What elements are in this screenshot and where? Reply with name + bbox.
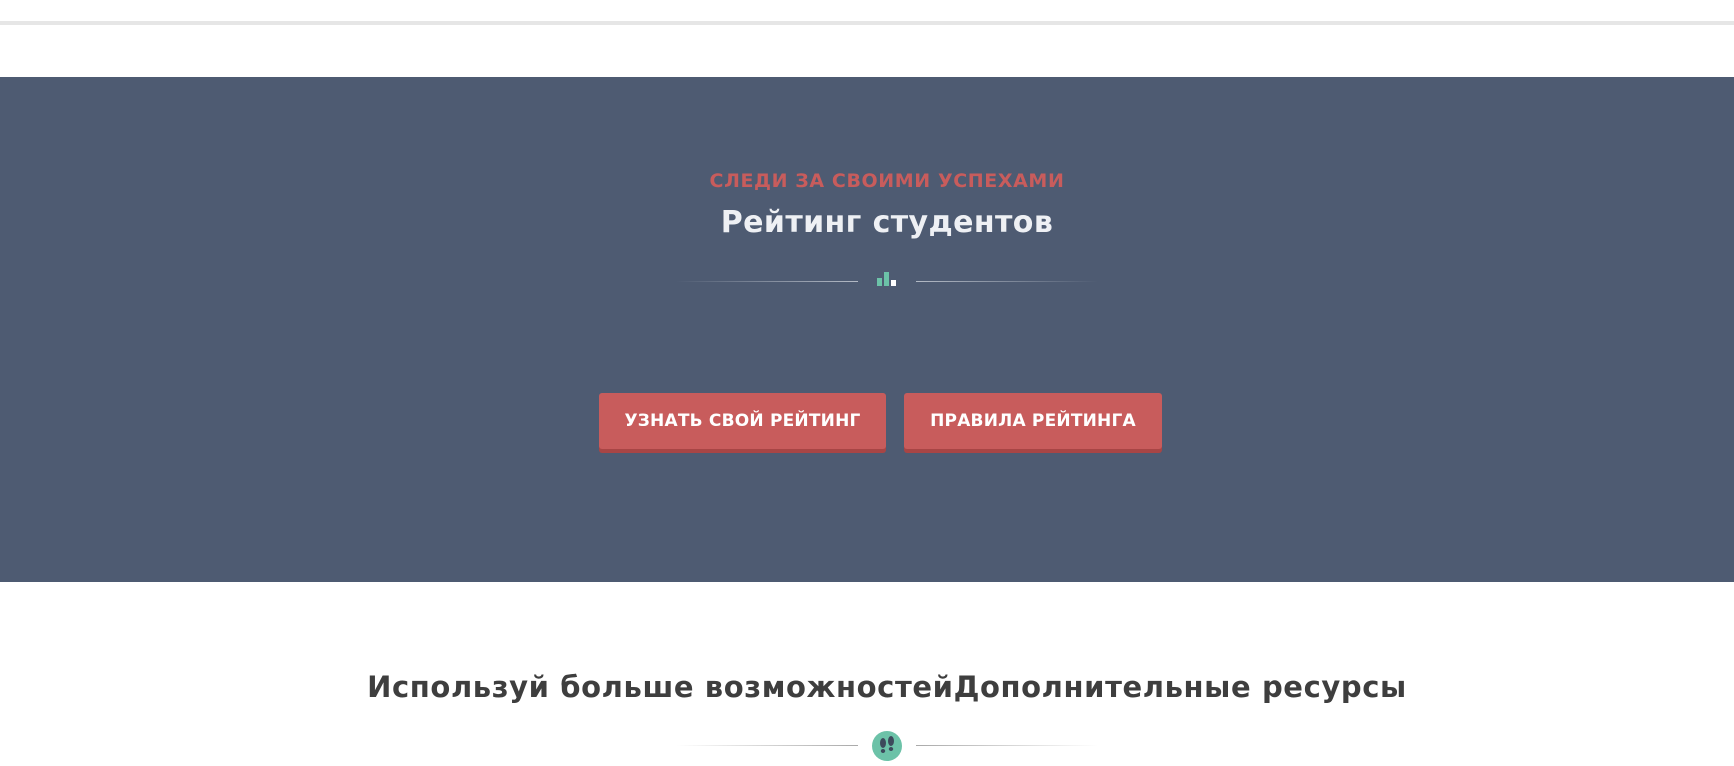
student-rating-section: СЛЕДИ ЗА СВОИМИ УСПЕХАМИ Рейтинг студент… [0, 77, 1734, 582]
resources-divider [0, 731, 1734, 761]
rating-rules-button[interactable]: ПРАВИЛА РЕЙТИНГА [904, 393, 1162, 449]
divider-line-right [916, 745, 1098, 746]
title-divider [0, 267, 1734, 297]
divider-line-left [676, 281, 858, 282]
rating-rules-label: ПРАВИЛА РЕЙТИНГА [930, 411, 1136, 431]
top-divider [0, 21, 1734, 25]
find-my-rating-label: УЗНАТЬ СВОЙ РЕЙТИНГ [624, 411, 861, 431]
bar-chart-icon [876, 269, 900, 291]
resources-title: Используй больше возможностейДополнитель… [367, 670, 1407, 704]
section-kicker: СЛЕДИ ЗА СВОИМИ УСПЕХАМИ [709, 170, 1065, 192]
divider-line-left [676, 745, 858, 746]
find-my-rating-button[interactable]: УЗНАТЬ СВОЙ РЕЙТИНГ [599, 393, 886, 449]
top-white-strip [0, 0, 1734, 77]
section-title: Рейтинг студентов [720, 205, 1054, 240]
footprints-icon [872, 731, 902, 761]
divider-line-right [916, 281, 1098, 282]
